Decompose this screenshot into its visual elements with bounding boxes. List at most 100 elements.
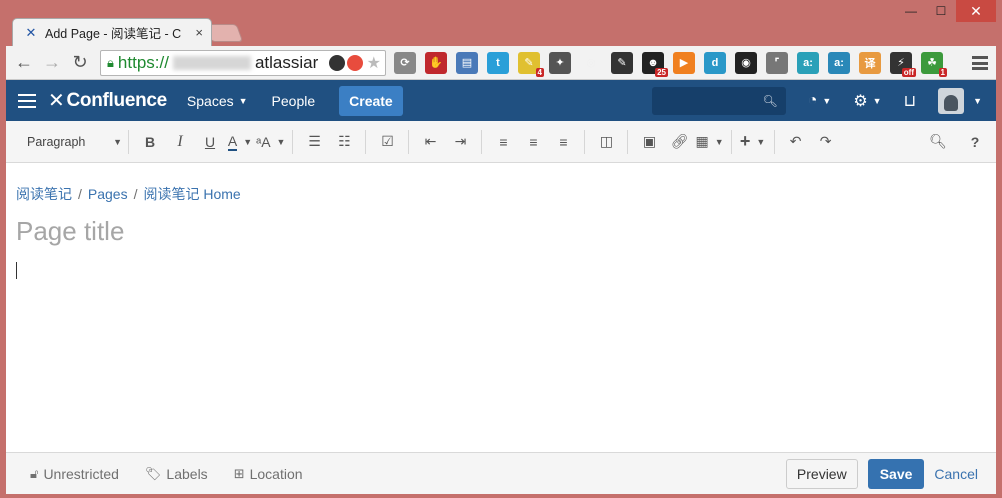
sync-icon[interactable]: ☻ 25 <box>642 51 668 77</box>
insert-table-button[interactable]: ▦ ▼ <box>695 128 723 156</box>
pin-icon[interactable]: ✦ <box>549 51 571 74</box>
settings-menu[interactable]: ⚙ ▼ <box>853 91 881 111</box>
labels-button[interactable]: 🏷︎ Labels <box>145 466 208 482</box>
tab-strip: ✕ Add Page - 阅读笔记 - C × <box>8 18 408 46</box>
bold-button[interactable]: B <box>136 128 164 156</box>
user-menu[interactable]: ▼ <box>938 87 982 114</box>
breadcrumb-separator: / <box>133 186 138 202</box>
back-icon[interactable]: ← <box>10 49 38 77</box>
a-icon[interactable]: a: <box>797 51 819 74</box>
avatar <box>938 87 965 114</box>
forward-icon[interactable]: → <box>38 49 66 77</box>
chevron-down-icon: ▼ <box>243 136 253 147</box>
text-color-button[interactable]: A ▼ <box>226 128 254 156</box>
bracket-icon[interactable]: ⌜ <box>766 51 788 74</box>
people-link[interactable]: People <box>272 93 316 109</box>
text-color-icon: A <box>227 132 238 151</box>
cancel-button[interactable]: Cancel <box>934 466 978 482</box>
confluence-app: ✕ Confluence Spaces ▼ People Create 🔍︎ ◔… <box>6 80 996 494</box>
editor-body[interactable] <box>16 262 17 279</box>
twitter-icon[interactable]: t <box>487 51 509 74</box>
location-button[interactable]: ⊞ Location <box>234 466 303 482</box>
url-blurred <box>172 55 251 70</box>
ring-icon[interactable]: ◎ <box>580 52 602 74</box>
insert-more-button[interactable]: + ▼ <box>739 128 767 156</box>
header-right: 🔍︎ ◔ ▼ ⚙ ▼ ⊔ ▼ <box>651 86 996 115</box>
editor-toolbar-right: 🔍︎ ? <box>923 128 996 156</box>
play-icon[interactable]: ▶ <box>673 51 695 74</box>
task-list-button[interactable]: ☑ <box>373 128 401 156</box>
logo-text: Confluence <box>66 89 167 111</box>
insert-link-button[interactable]: 🔗︎ <box>665 128 693 156</box>
a2-icon[interactable]: a: <box>828 51 850 74</box>
breadcrumb-home[interactable]: 阅读笔记 Home <box>143 184 240 204</box>
create-button[interactable]: Create <box>339 85 403 116</box>
hierarchy-icon: ⊞ <box>233 465 245 481</box>
restrictions-button[interactable]: 🔓︎ Unrestricted <box>30 466 119 482</box>
adblock-icon[interactable]: ✋ <box>425 51 447 74</box>
minimize-button[interactable]: — <box>896 0 926 22</box>
insert-files-button[interactable]: ▣ <box>635 128 663 156</box>
toolbar-divider <box>365 129 367 154</box>
color-icon[interactable]: ◉ <box>735 51 757 74</box>
redo-button[interactable]: ↷ <box>812 128 840 156</box>
align-center-button[interactable]: ≡ <box>519 128 547 156</box>
page-title-input[interactable]: Page title <box>16 216 986 252</box>
d-icon[interactable]: d <box>704 51 726 74</box>
find-replace-button[interactable]: 🔍︎ <box>924 128 952 156</box>
preview-button[interactable]: Preview <box>785 458 858 489</box>
indent-button[interactable]: ⇥ <box>446 128 474 156</box>
outdent-button[interactable]: ⇤ <box>416 128 444 156</box>
save-button[interactable]: Save <box>867 458 925 489</box>
gear-icon: ⚙ <box>853 92 868 110</box>
off-icon[interactable]: ⚡ off <box>890 51 916 77</box>
address-bar[interactable]: 🔒︎ https:// atlassiar ★ <box>100 49 386 76</box>
browser-tab[interactable]: ✕ Add Page - 阅读笔记 - C × <box>12 18 212 46</box>
help-button[interactable]: ? <box>961 128 989 156</box>
numbered-list-button[interactable]: ☷ <box>330 128 358 156</box>
toolbar-divider <box>128 129 129 154</box>
help-menu[interactable]: ◔ ▼ <box>808 92 832 110</box>
badge: 25 <box>655 67 668 77</box>
breadcrumb: 阅读笔记 / Pages / 阅读笔记 Home <box>16 184 986 204</box>
toolbar-divider <box>584 129 586 154</box>
align-left-button[interactable]: ≡ <box>489 128 517 156</box>
search-input[interactable]: 🔍︎ <box>651 86 786 115</box>
maximize-button[interactable]: ☐ <box>926 0 956 22</box>
footer-actions: Preview Save Cancel <box>785 458 996 489</box>
bullet-list-button[interactable]: ☰ <box>300 128 328 156</box>
translate-icon[interactable]: 译 <box>859 51 881 74</box>
undo-button[interactable]: ↶ <box>782 128 810 156</box>
app-header: ✕ Confluence Spaces ▼ People Create 🔍︎ ◔… <box>6 80 996 121</box>
confluence-logo[interactable]: ✕ Confluence <box>48 88 167 113</box>
arrows-icon[interactable]: ⟳ <box>394 51 416 74</box>
confluence-favicon-icon: ✕ <box>25 24 37 40</box>
toolbar-divider <box>773 129 775 154</box>
note-icon[interactable]: ✎ 4 <box>518 51 544 77</box>
edit-icon[interactable]: ✎ <box>611 51 633 74</box>
breadcrumb-space[interactable]: 阅读笔记 <box>16 184 72 204</box>
more-formatting-button[interactable]: ᵃA ▼ <box>256 128 285 156</box>
paragraph-style-select[interactable]: Paragraph ▼ <box>16 135 122 149</box>
extensions-row: ⟳ ✋ ▤ t ✎ 4 ✦ ◎ ✎ ☻ 25 ▶ d ◉ ⌜ a: a: 译 ⚡ off ☘ 1 <box>394 51 952 77</box>
badge: 1 <box>938 67 947 77</box>
reload-icon[interactable]: ↻ <box>66 49 94 77</box>
chrome-menu-icon[interactable] <box>972 54 988 72</box>
underline-button[interactable]: U <box>196 128 224 156</box>
bug-icon[interactable] <box>328 54 345 71</box>
more-formatting-icon: ᵃA <box>256 133 271 150</box>
breadcrumb-pages[interactable]: Pages <box>88 186 128 202</box>
tree-icon[interactable]: ☘ 1 <box>921 51 947 77</box>
scanner-icon[interactable]: ▤ <box>456 51 478 74</box>
italic-button[interactable]: I <box>166 128 194 156</box>
infinity-icon[interactable] <box>346 54 363 71</box>
spaces-menu[interactable]: Spaces ▼ <box>187 93 248 109</box>
bookmark-star-icon[interactable]: ★ <box>367 53 381 73</box>
align-right-button[interactable]: ≡ <box>549 128 577 156</box>
image-icon: ▣ <box>642 133 657 149</box>
tab-close-icon[interactable]: × <box>195 25 203 40</box>
app-menu-icon[interactable] <box>18 93 36 108</box>
page-layout-button[interactable]: ◫ <box>592 128 620 156</box>
close-window-button[interactable]: ✕ <box>956 0 996 22</box>
notifications-button[interactable]: ⊔ <box>904 91 916 111</box>
